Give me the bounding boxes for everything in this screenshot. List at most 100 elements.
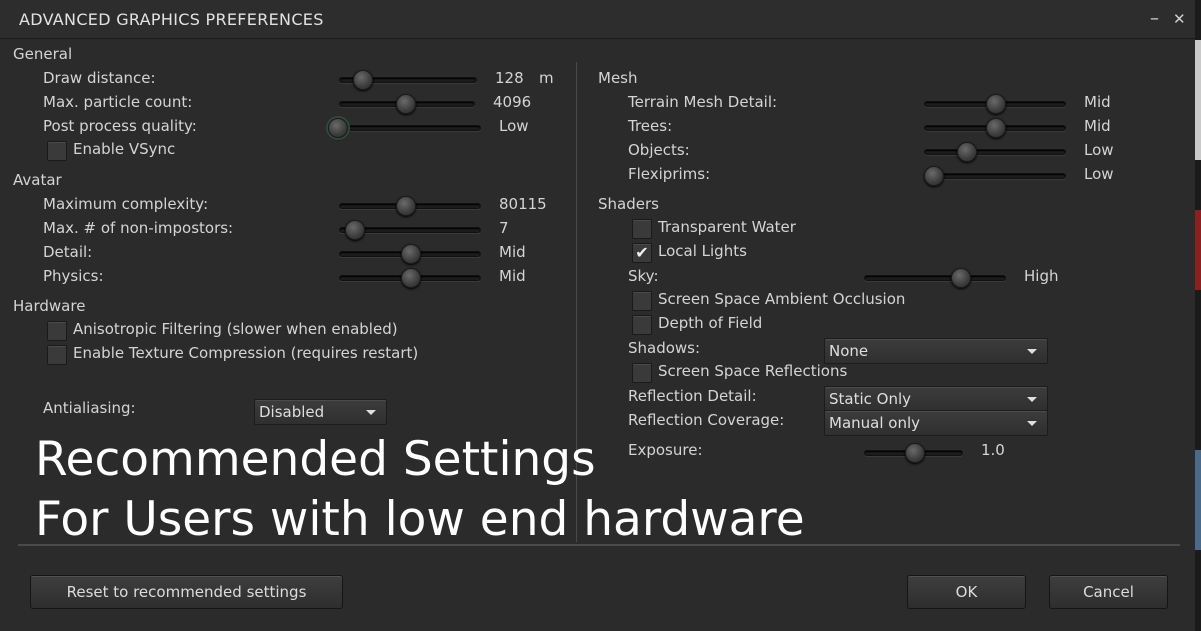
reflection-detail-value: Static Only — [829, 390, 912, 408]
post-process-label: Post process quality: — [43, 117, 197, 135]
slider-thumb[interactable] — [401, 244, 421, 264]
background-strip — [1195, 0, 1201, 631]
max-complexity-slider[interactable] — [339, 196, 481, 216]
section-general: General — [13, 45, 73, 63]
objects-slider[interactable] — [924, 142, 1066, 162]
terrain-mesh-slider[interactable] — [924, 94, 1066, 114]
slider-thumb[interactable] — [401, 268, 421, 288]
footer-divider — [18, 544, 1180, 546]
vsync-checkbox[interactable] — [47, 141, 67, 161]
non-impostors-label: Max. # of non-impostors: — [43, 219, 234, 237]
physics-value: Mid — [499, 267, 526, 285]
terrain-mesh-label: Terrain Mesh Detail: — [628, 93, 778, 111]
dof-checkbox[interactable] — [632, 315, 652, 335]
exposure-value[interactable]: 1.0 — [981, 441, 1005, 459]
sky-slider[interactable] — [864, 268, 1006, 288]
max-particle-slider[interactable] — [339, 94, 475, 114]
draw-distance-slider[interactable] — [339, 70, 477, 90]
antialiasing-value: Disabled — [259, 403, 325, 421]
ok-button[interactable]: OK — [907, 575, 1026, 609]
flexiprims-value: Low — [1084, 165, 1114, 183]
chevron-down-icon — [1027, 421, 1037, 426]
draw-distance-value[interactable]: 128 — [495, 69, 524, 87]
exposure-slider[interactable] — [864, 443, 963, 463]
flexiprims-slider[interactable] — [924, 166, 1066, 186]
shadows-value: None — [829, 342, 869, 360]
overlay-caption-line1: Recommended Settings — [35, 432, 596, 487]
antialiasing-dropdown[interactable]: Disabled — [254, 399, 387, 425]
anisotropic-label[interactable]: Anisotropic Filtering (slower when enabl… — [73, 320, 398, 338]
avatar-detail-value: Mid — [499, 243, 526, 261]
exposure-label: Exposure: — [628, 441, 703, 459]
slider-thumb[interactable] — [924, 166, 944, 186]
objects-value: Low — [1084, 141, 1114, 159]
trees-slider[interactable] — [924, 118, 1066, 138]
ssr-label[interactable]: Screen Space Reflections — [658, 362, 847, 380]
slider-thumb[interactable] — [396, 196, 416, 216]
physics-label: Physics: — [43, 267, 104, 285]
section-mesh: Mesh — [598, 69, 638, 87]
anisotropic-checkbox[interactable] — [47, 321, 67, 341]
sky-label: Sky: — [628, 267, 659, 285]
vsync-label[interactable]: Enable VSync — [73, 140, 175, 158]
avatar-detail-label: Detail: — [43, 243, 93, 261]
ssr-checkbox[interactable] — [632, 363, 652, 383]
shadows-label: Shadows: — [628, 339, 701, 357]
transparent-water-checkbox[interactable] — [632, 219, 652, 239]
section-shaders: Shaders — [598, 195, 659, 213]
slider-thumb[interactable] — [396, 94, 416, 114]
draw-distance-label: Draw distance: — [43, 69, 156, 87]
ssao-label[interactable]: Screen Space Ambient Occlusion — [658, 290, 905, 308]
texture-compression-checkbox[interactable] — [47, 345, 67, 365]
transparent-water-label[interactable]: Transparent Water — [658, 218, 796, 236]
close-icon[interactable]: ✕ — [1173, 10, 1186, 28]
slider-thumb[interactable] — [951, 268, 971, 288]
chevron-down-icon — [1027, 397, 1037, 402]
physics-slider[interactable] — [339, 268, 481, 288]
max-particle-label: Max. particle count: — [43, 93, 193, 111]
post-process-value: Low — [499, 117, 529, 135]
slider-thumb[interactable] — [353, 70, 373, 90]
max-particle-value[interactable]: 4096 — [493, 93, 531, 111]
post-process-slider[interactable] — [328, 118, 481, 138]
reset-button[interactable]: Reset to recommended settings — [30, 575, 343, 609]
objects-label: Objects: — [628, 141, 690, 159]
max-complexity-value[interactable]: 80115 — [499, 195, 547, 213]
window-title: ADVANCED GRAPHICS PREFERENCES — [19, 10, 324, 29]
shadows-dropdown[interactable]: None — [824, 338, 1048, 364]
non-impostors-slider[interactable] — [339, 220, 481, 240]
reflection-coverage-dropdown[interactable]: Manual only — [824, 410, 1048, 436]
reflection-detail-label: Reflection Detail: — [628, 387, 757, 405]
cancel-button[interactable]: Cancel — [1049, 575, 1168, 609]
antialiasing-label: Antialiasing: — [43, 399, 136, 417]
flexiprims-label: Flexiprims: — [628, 165, 711, 183]
minimize-icon[interactable]: – — [1150, 8, 1159, 29]
draw-distance-unit: m — [539, 69, 554, 87]
section-avatar: Avatar — [13, 171, 62, 189]
slider-thumb[interactable] — [957, 142, 977, 162]
section-hardware: Hardware — [13, 297, 86, 315]
local-lights-label[interactable]: Local Lights — [658, 242, 747, 260]
trees-label: Trees: — [628, 117, 673, 135]
texture-compression-label[interactable]: Enable Texture Compression (requires res… — [73, 344, 418, 362]
sky-value: High — [1024, 267, 1059, 285]
slider-thumb[interactable] — [905, 443, 925, 463]
non-impostors-value[interactable]: 7 — [499, 219, 509, 237]
local-lights-checkbox[interactable]: ✔ — [632, 243, 652, 263]
dof-label[interactable]: Depth of Field — [658, 314, 762, 332]
reflection-coverage-value: Manual only — [829, 414, 921, 432]
avatar-detail-slider[interactable] — [339, 244, 481, 264]
terrain-mesh-value: Mid — [1084, 93, 1111, 111]
slider-thumb[interactable] — [986, 118, 1006, 138]
ssao-checkbox[interactable] — [632, 291, 652, 311]
trees-value: Mid — [1084, 117, 1111, 135]
slider-thumb[interactable] — [345, 220, 365, 240]
chevron-down-icon — [1027, 349, 1037, 354]
overlay-caption-line2: For Users with low end hardware — [35, 492, 805, 547]
slider-thumb[interactable] — [328, 118, 348, 138]
chevron-down-icon — [366, 410, 376, 415]
reflection-coverage-label: Reflection Coverage: — [628, 411, 785, 429]
max-complexity-label: Maximum complexity: — [43, 195, 209, 213]
slider-thumb[interactable] — [986, 94, 1006, 114]
reflection-detail-dropdown[interactable]: Static Only — [824, 386, 1048, 412]
